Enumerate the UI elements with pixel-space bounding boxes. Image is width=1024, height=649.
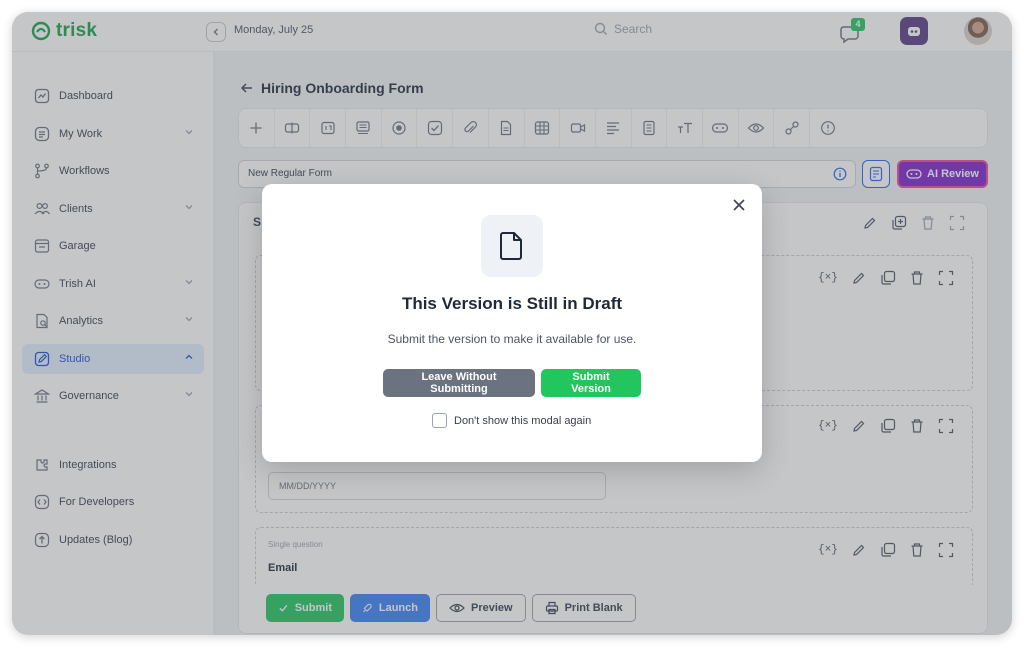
modal-title: This Version is Still in Draft: [401, 294, 623, 313]
close-icon: [733, 199, 745, 211]
app-window: trisk Monday, July 25 Search 4 Dashboard…: [12, 12, 1012, 635]
modal-actions: Leave Without Submitting Submit Version: [262, 369, 762, 397]
file-icon: [500, 232, 522, 260]
submit-version-button[interactable]: Submit Version: [541, 369, 641, 397]
dont-show-again-checkbox[interactable]: [432, 413, 447, 428]
draft-document-tile: [481, 215, 543, 277]
leave-without-submitting-button[interactable]: Leave Without Submitting: [383, 369, 535, 397]
draft-warning-modal: This Version is Still in Draft Submit th…: [262, 184, 762, 462]
close-button[interactable]: [728, 194, 750, 216]
dont-show-again-option[interactable]: Don't show this modal again: [432, 413, 591, 428]
dont-show-again-label: Don't show this modal again: [454, 414, 592, 427]
modal-subtitle: Submit the version to make it available …: [387, 332, 637, 346]
